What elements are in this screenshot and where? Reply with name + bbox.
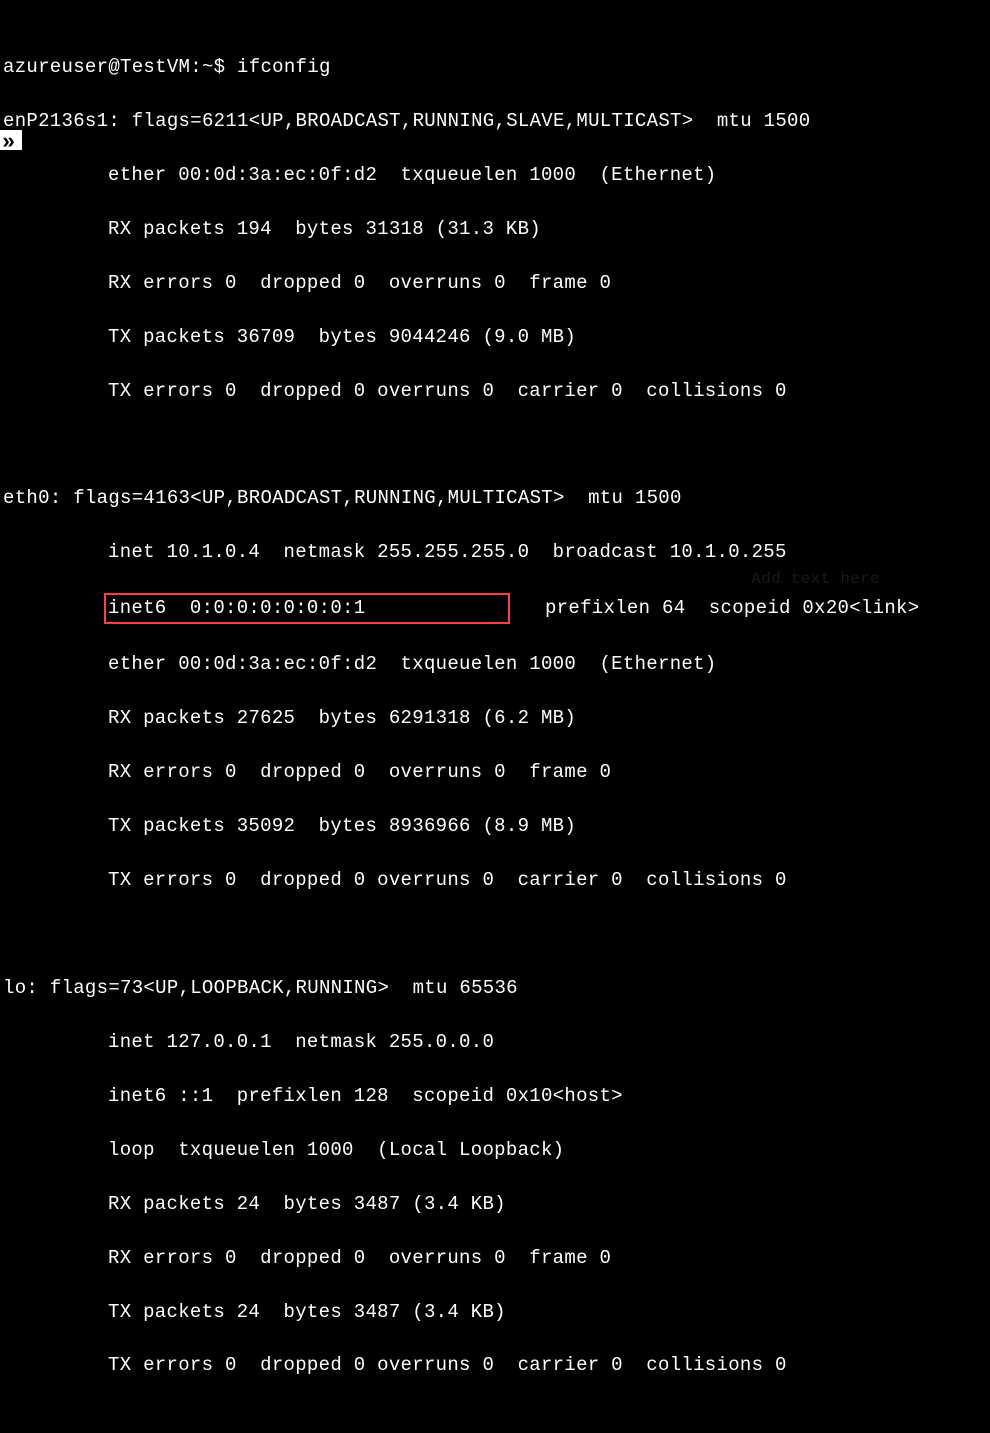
iface-flags: flags=6211<UP,BROADCAST,RUNNING,SLAVE,MU… xyxy=(132,110,811,132)
placeholder-ghost-text: Add text here xyxy=(751,568,880,591)
output-line: inet 127.0.0.1 netmask 255.0.0.0 xyxy=(3,1029,987,1056)
blank-line xyxy=(3,432,987,459)
iface-name: lo xyxy=(3,977,26,999)
output-line: TX errors 0 dropped 0 overruns 0 carrier… xyxy=(3,867,987,894)
iface-name: enP2136s1 xyxy=(3,110,108,132)
output-line: TX packets 35092 bytes 8936966 (8.9 MB) xyxy=(3,813,987,840)
output-line: ether 00:0d:3a:ec:0f:d2 txqueuelen 1000 … xyxy=(3,651,987,678)
output-line: inet 10.1.0.4 netmask 255.255.255.0 broa… xyxy=(3,539,987,566)
expand-chevrons-icon[interactable] xyxy=(0,130,22,150)
output-line: TX errors 0 dropped 0 overruns 0 carrier… xyxy=(3,1352,987,1379)
output-line: RX packets 24 bytes 3487 (3.4 KB) xyxy=(3,1191,987,1218)
prompt-line: azureuser@TestVM:~$ ifconfig xyxy=(3,54,987,81)
iface-name: eth0 xyxy=(3,487,50,509)
iface-flags: flags=4163<UP,BROADCAST,RUNNING,MULTICAS… xyxy=(73,487,682,509)
iface-header: enP2136s1: flags=6211<UP,BROADCAST,RUNNI… xyxy=(3,108,987,135)
output-line: ether 00:0d:3a:ec:0f:d2 txqueuelen 1000 … xyxy=(3,162,987,189)
output-line: RX errors 0 dropped 0 overruns 0 frame 0 xyxy=(3,759,987,786)
output-line: TX errors 0 dropped 0 overruns 0 carrier… xyxy=(3,378,987,405)
blank-line xyxy=(3,921,987,948)
output-line: loop txqueuelen 1000 (Local Loopback) xyxy=(3,1137,987,1164)
cwd: ~ xyxy=(202,56,214,78)
iface-flags: flags=73<UP,LOOPBACK,RUNNING> mtu 65536 xyxy=(50,977,518,999)
output-line: RX packets 194 bytes 31318 (31.3 KB) xyxy=(3,216,987,243)
output-line: TX packets 24 bytes 3487 (3.4 KB) xyxy=(3,1299,987,1326)
user-host: azureuser@TestVM xyxy=(3,56,190,78)
terminal-output: azureuser@TestVM:~$ ifconfig enP2136s1: … xyxy=(0,0,990,1433)
output-line-highlighted: inet6 0:0:0:0:0:0:0:1 prefixlen 64 scope… xyxy=(3,593,987,624)
ipv6-highlight-box: inet6 0:0:0:0:0:0:0:1 xyxy=(104,593,510,624)
output-line: inet6 ::1 prefixlen 128 scopeid 0x10<hos… xyxy=(3,1083,987,1110)
iface-header: eth0: flags=4163<UP,BROADCAST,RUNNING,MU… xyxy=(3,485,987,512)
output-line: RX errors 0 dropped 0 overruns 0 frame 0 xyxy=(3,1245,987,1272)
command: ifconfig xyxy=(237,56,331,78)
output-line: RX errors 0 dropped 0 overruns 0 frame 0 xyxy=(3,270,987,297)
output-line: RX packets 27625 bytes 6291318 (6.2 MB) xyxy=(3,705,987,732)
output-line: TX packets 36709 bytes 9044246 (9.0 MB) xyxy=(3,324,987,351)
iface-header: lo: flags=73<UP,LOOPBACK,RUNNING> mtu 65… xyxy=(3,975,987,1002)
highlight-suffix: prefixlen 64 scopeid 0x20<link> xyxy=(510,597,920,619)
